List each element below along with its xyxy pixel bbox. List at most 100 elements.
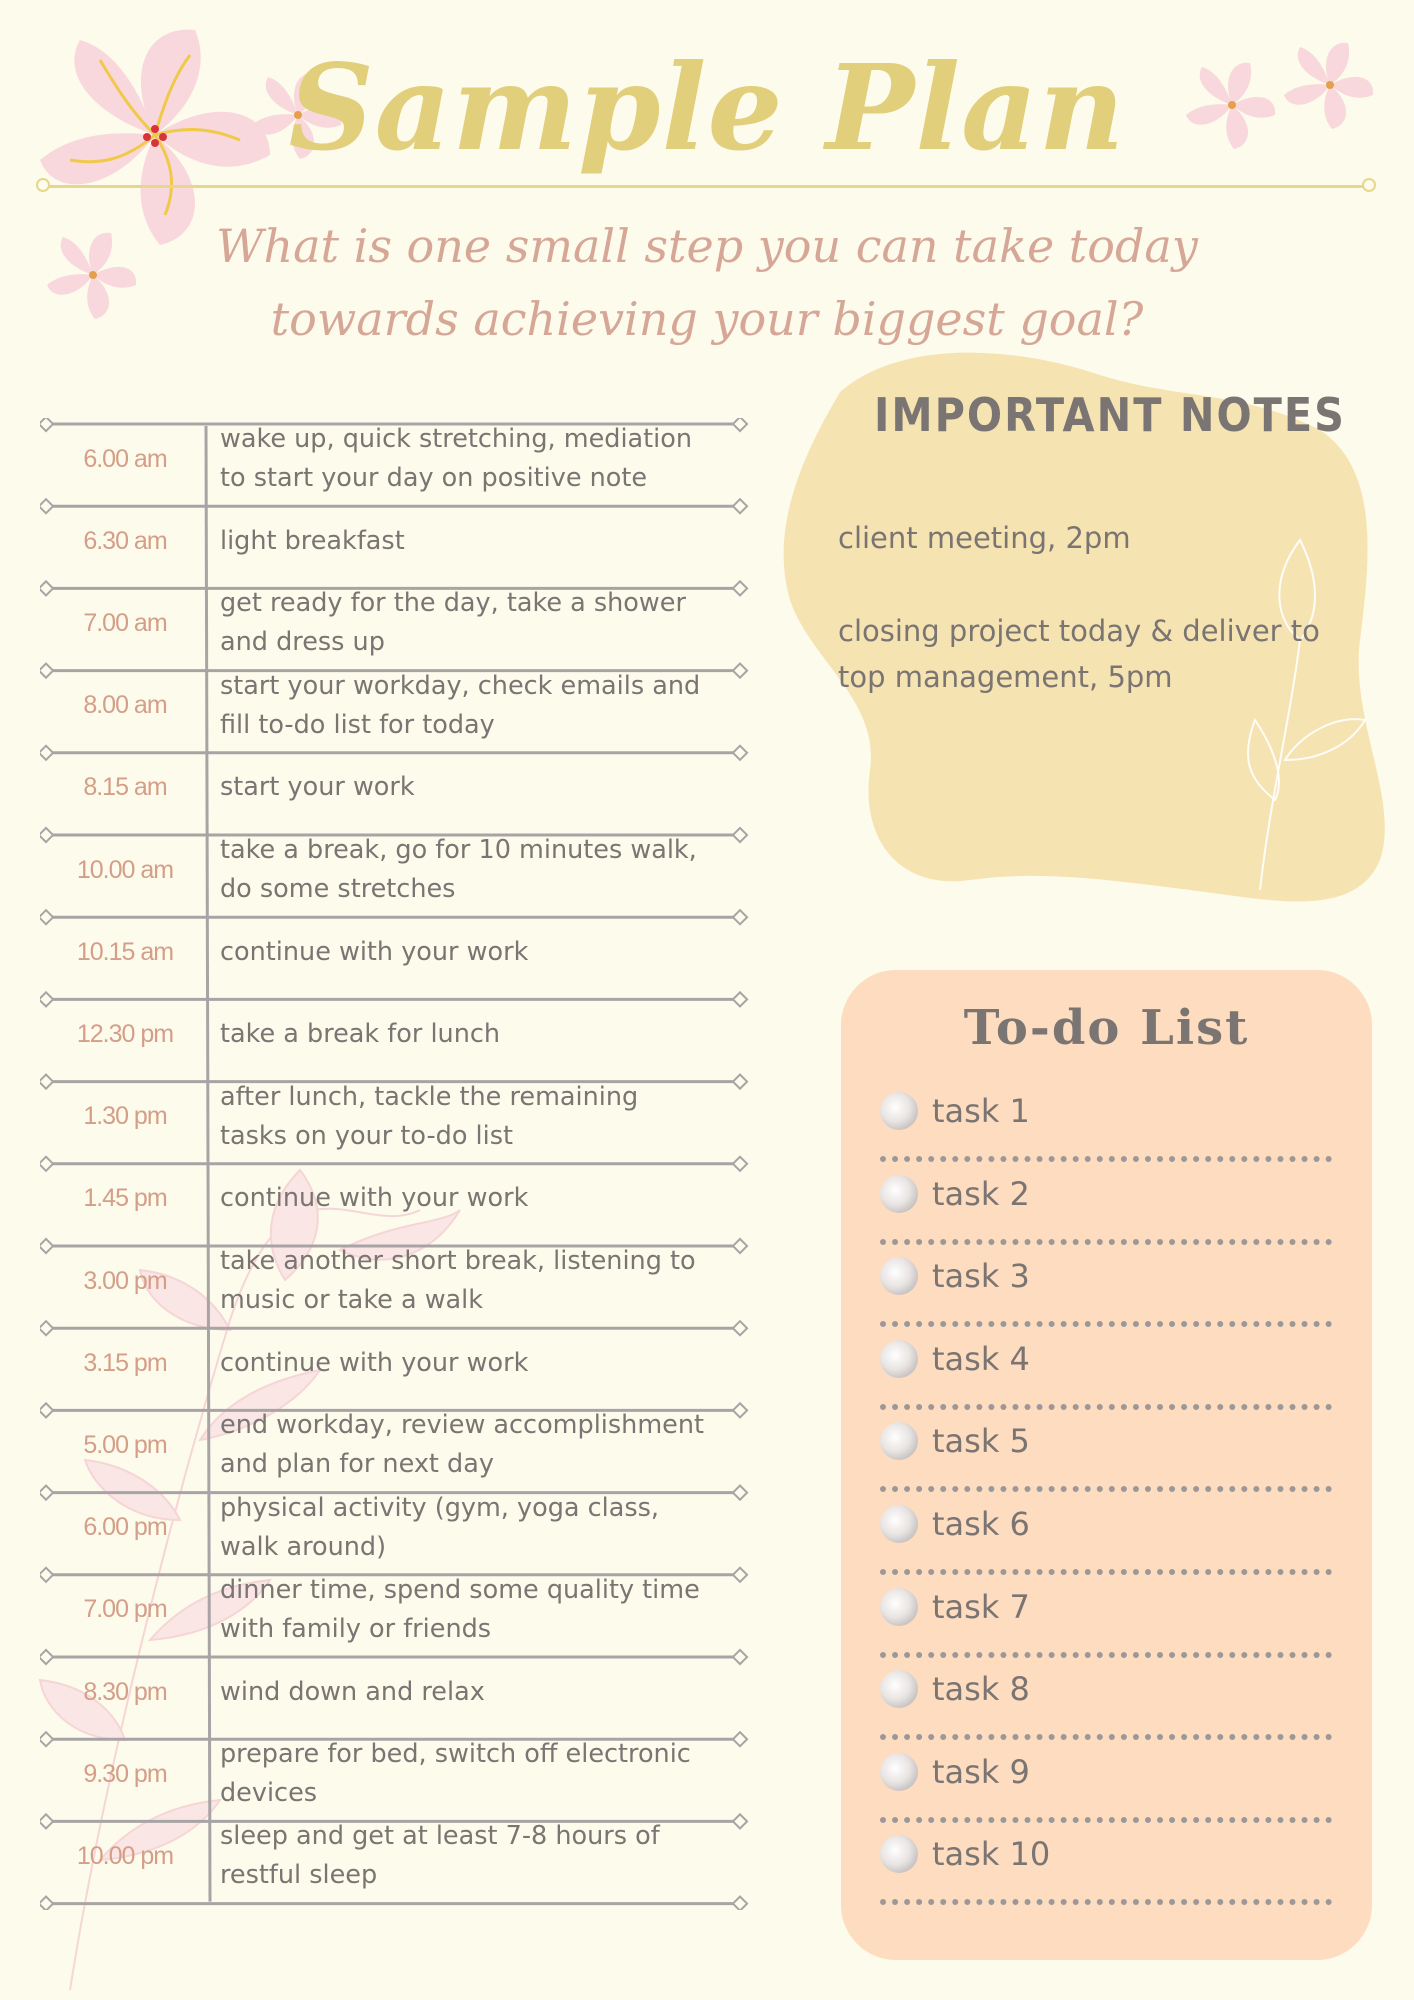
schedule-time: 5.00 pm — [83, 1430, 167, 1459]
schedule-time: 8.30 pm — [83, 1677, 167, 1706]
schedule-row: 8.00 am start your workday, check emails … — [40, 665, 750, 747]
schedule-row: 10.00 am take a break, go for 10 minutes … — [40, 829, 750, 911]
separator-end-diamond — [731, 1895, 749, 1910]
checkbox-circle-icon[interactable] — [880, 1257, 918, 1296]
dotted-line — [880, 1569, 1332, 1575]
schedule-row: 3.00 pm take another short break, listeni… — [40, 1240, 750, 1322]
notes-title: IMPORTANT NOTES — [874, 388, 1346, 442]
schedule-row: 6.00 pm physical activity (gym, yoga clas… — [40, 1487, 750, 1569]
schedule-row: 6.00 am wake up, quick stretching, mediat… — [40, 418, 750, 500]
dotted-line — [880, 1321, 1332, 1328]
schedule-time: 10.00 am — [76, 855, 174, 884]
checkbox-circle-icon[interactable] — [880, 1670, 918, 1709]
schedule-time: 8.00 am — [83, 691, 167, 720]
schedule-task: end workday, review accomplishment and p… — [220, 1410, 705, 1480]
schedule-task: wake up, quick stretching, mediation to … — [220, 424, 693, 493]
todo-item-label: task 6 — [932, 1505, 1030, 1543]
schedule-row: 10.15 am continue with your work — [40, 911, 750, 993]
todo-item-label: task 2 — [932, 1174, 1030, 1213]
todo-item[interactable]: task 3 — [880, 1253, 1335, 1335]
daily-schedule: 6.00 am wake up, quick stretching, mediat… — [40, 418, 750, 1910]
separator-end-diamond — [40, 1895, 55, 1910]
todo-item[interactable]: task 7 — [880, 1584, 1335, 1666]
schedule-task: take a break, go for 10 minutes walk, do… — [220, 835, 697, 904]
schedule-row: 12.30 pm take a break for lunch — [40, 993, 750, 1075]
dotted-line — [880, 1486, 1332, 1493]
dotted-line — [880, 1734, 1332, 1741]
schedule-row: 7.00 am get ready for the day, take a sho… — [40, 582, 750, 664]
dotted-line — [880, 1403, 1332, 1410]
schedule-time: 3.15 pm — [83, 1348, 167, 1377]
checkbox-circle-icon[interactable] — [880, 1587, 918, 1626]
todo-item-label: task 3 — [932, 1257, 1030, 1296]
schedule-time: 3.00 pm — [83, 1266, 167, 1295]
todo-item-label: task 10 — [932, 1835, 1051, 1874]
checkbox-circle-icon[interactable] — [880, 1505, 918, 1543]
schedule-task: light breakfast — [220, 525, 405, 556]
schedule-row: 9.30 pm prepare for bed, switch off elect… — [40, 1733, 750, 1815]
schedule-time: 8.15 am — [83, 773, 167, 802]
title-divider — [46, 185, 1370, 188]
todo-item-label: task 8 — [932, 1670, 1030, 1709]
checkbox-circle-icon[interactable] — [880, 1835, 918, 1874]
schedule-time: 9.30 pm — [83, 1759, 167, 1788]
schedule-task: after lunch, tackle the remaining tasks … — [220, 1081, 639, 1151]
schedule-task: physical activity (gym, yoga class, walk… — [220, 1492, 660, 1562]
schedule-row: 8.15 am start your work — [40, 747, 750, 829]
schedule-time: 7.00 pm — [83, 1595, 167, 1624]
schedule-time: 10.00 pm — [76, 1841, 174, 1870]
todo-item[interactable]: task 2 — [880, 1171, 1335, 1253]
schedule-row: 1.30 pm after lunch, tackle the remaining… — [40, 1076, 750, 1158]
schedule-row: 5.00 pm end workday, review accomplishmen… — [40, 1404, 750, 1486]
divider-right-dot — [1362, 178, 1376, 192]
checkbox-circle-icon[interactable] — [880, 1752, 918, 1791]
todo-item[interactable]: task 9 — [880, 1749, 1335, 1831]
todo-item-label: task 9 — [932, 1752, 1030, 1791]
schedule-row: 10.00 pm sleep and get at least 7-8 hours… — [40, 1815, 750, 1897]
todo-item[interactable]: task 4 — [880, 1336, 1335, 1418]
todo-item[interactable]: task 10 — [880, 1831, 1335, 1913]
checkbox-circle-icon[interactable] — [880, 1092, 918, 1130]
schedule-row: 8.30 pm wind down and relax — [40, 1651, 750, 1733]
schedule-task: start your work — [220, 772, 415, 803]
schedule-time: 1.30 pm — [83, 1102, 167, 1131]
schedule-time: 10.15 am — [76, 937, 174, 966]
todo-item-label: task 7 — [932, 1587, 1030, 1626]
todo-item[interactable]: task 1 — [880, 1088, 1335, 1170]
schedule-row: 6.30 am light breakfast — [40, 500, 750, 582]
schedule-task: get ready for the day, take a shower and… — [220, 588, 686, 658]
schedule-task: take another short break, listening to m… — [220, 1246, 696, 1315]
todo-item[interactable]: task 6 — [880, 1501, 1335, 1583]
todo-title: To-do List — [963, 1000, 1250, 1056]
schedule-time: 6.00 pm — [83, 1513, 167, 1542]
schedule-time: 7.00 am — [83, 608, 167, 637]
checkbox-circle-icon[interactable] — [880, 1339, 918, 1378]
schedule-row: 7.00 pm dinner time, spend some quality t… — [40, 1569, 750, 1651]
schedule-task: start your workday, check emails and fil… — [220, 670, 701, 740]
schedule-time: 1.45 pm — [83, 1184, 167, 1213]
note-item: client meeting, 2pm — [838, 521, 1131, 555]
dotted-line — [880, 1238, 1332, 1245]
schedule-task: continue with your work — [220, 1347, 529, 1378]
dotted-line — [880, 1156, 1332, 1162]
todo-item-label: task 1 — [932, 1092, 1030, 1130]
schedule-task: continue with your work — [220, 936, 529, 967]
schedule-task: wind down and relax — [220, 1676, 485, 1707]
dotted-line — [880, 1651, 1332, 1658]
schedule-time: 12.30 pm — [76, 1019, 174, 1048]
checkbox-circle-icon[interactable] — [880, 1174, 918, 1213]
schedule-row: 1.45 pm continue with your work — [40, 1158, 750, 1240]
checkbox-circle-icon[interactable] — [880, 1422, 918, 1461]
divider-left-dot — [36, 178, 50, 192]
note-item: closing project today & deliver to top m… — [838, 614, 1320, 694]
schedule-task: continue with your work — [220, 1183, 529, 1214]
todo-item-label: task 4 — [932, 1339, 1030, 1378]
schedule-row: 3.15 pm continue with your work — [40, 1322, 750, 1404]
schedule-time: 6.00 am — [83, 444, 167, 473]
goal-question: What is one small step you can take toda… — [216, 219, 1198, 346]
todo-item[interactable]: task 5 — [880, 1418, 1335, 1500]
schedule-time: 6.30 am — [83, 526, 167, 555]
schedule-task: dinner time, spend some quality time wit… — [220, 1574, 700, 1644]
todo-item[interactable]: task 8 — [880, 1666, 1335, 1748]
schedule-task: sleep and get at least 7-8 hours of rest… — [220, 1821, 660, 1891]
